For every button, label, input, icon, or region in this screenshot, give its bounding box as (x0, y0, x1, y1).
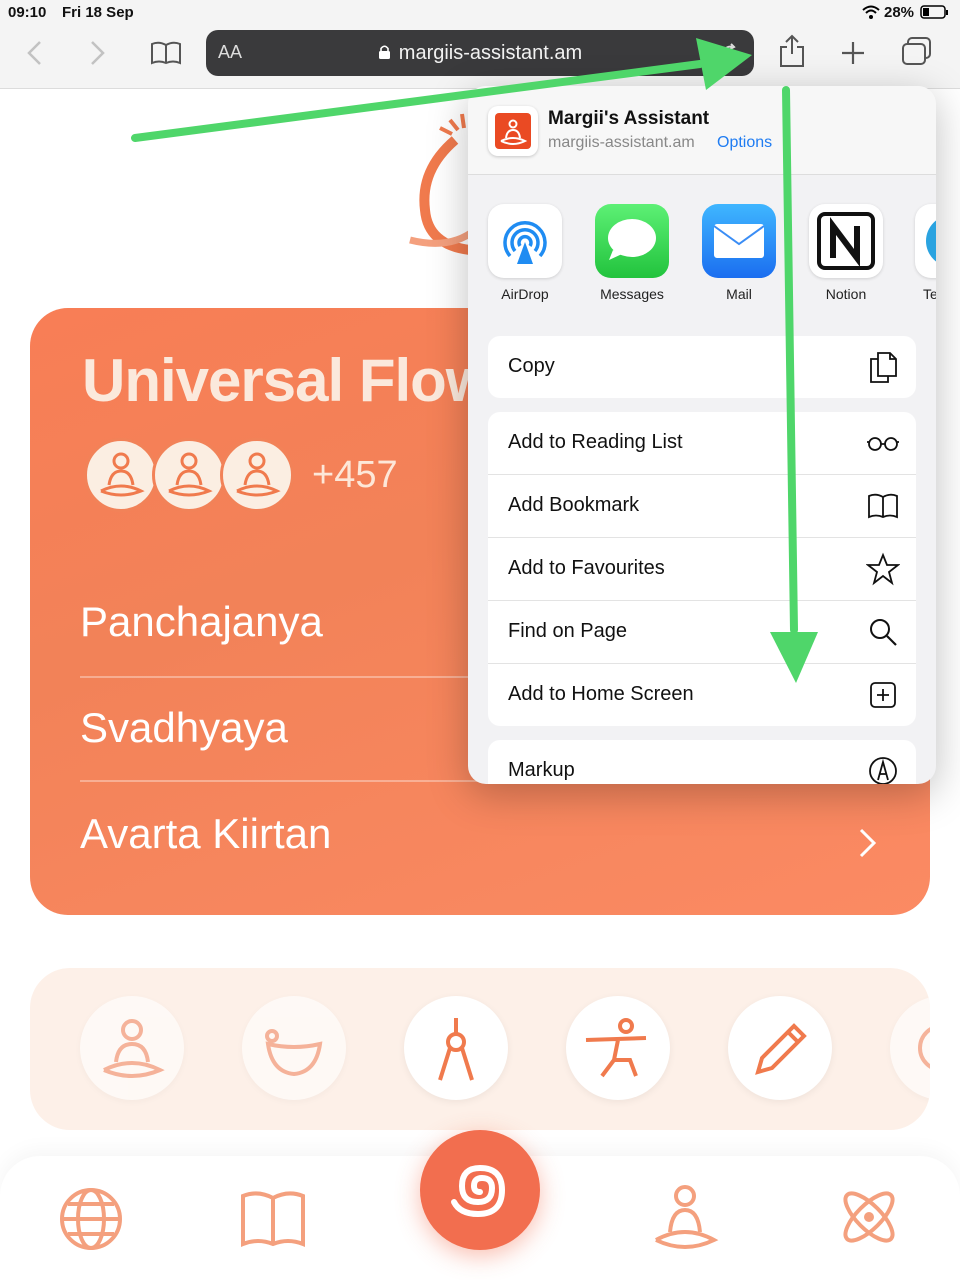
action-label: Add to Home Screen (508, 683, 694, 705)
share-target-mail[interactable]: Mail (701, 204, 777, 302)
avatar (220, 438, 294, 512)
action-label: Add Bookmark (508, 494, 640, 516)
tools-strip (30, 968, 930, 1130)
options-link[interactable]: Options (717, 134, 772, 152)
battery-icon (920, 5, 948, 19)
meditation-icon (103, 1019, 165, 1078)
notion-icon (809, 204, 883, 278)
status-bar: 09:10 Fri 18 Sep 28% (0, 0, 960, 26)
tabs-icon[interactable] (900, 36, 934, 68)
action-add-bookmark[interactable]: Add Bookmark (488, 475, 916, 538)
mail-icon (702, 204, 776, 278)
share-target-messages[interactable]: Messages (594, 204, 670, 302)
tool-meditation-button[interactable] (80, 996, 184, 1100)
address-bar[interactable]: AA margiis-assistant.am (206, 30, 754, 76)
action-label: Add to Reading List (508, 431, 683, 453)
action-label: Copy (508, 355, 555, 377)
yoga-pose-icon (585, 1018, 647, 1078)
action-group-markup: Markup (488, 740, 916, 784)
menu-item-label: Avarta Kiirtan (80, 810, 332, 857)
avatar (152, 438, 226, 512)
menu-item-avarta-kiirtan[interactable]: Avarta Kiirtan (80, 782, 900, 886)
tool-pencil-button[interactable] (728, 996, 832, 1100)
meditation-icon (168, 452, 213, 497)
share-target-telegram[interactable]: Te (915, 204, 936, 302)
action-group-browser: Add to Reading List Add Bookmark Add to … (488, 412, 916, 726)
copy-icon (870, 352, 897, 383)
airdrop-icon (488, 204, 562, 278)
action-copy[interactable]: Copy (488, 336, 916, 398)
avatar (84, 438, 158, 512)
bookmarks-icon[interactable] (150, 40, 182, 66)
bowl-icon (265, 1029, 323, 1077)
share-target-label: Messages (600, 286, 664, 302)
meditation-icon (236, 452, 281, 497)
participants-count: +457 (312, 454, 398, 496)
action-add-to-reading-list[interactable]: Add to Reading List (488, 412, 916, 475)
browser-toolbar: AA margiis-assistant.am (0, 26, 960, 89)
action-add-to-favourites[interactable]: Add to Favourites (488, 538, 916, 601)
menu-item-label: Panchajanya (80, 598, 323, 645)
share-app-name: Margii's Assistant (548, 108, 710, 129)
meditation-icon (100, 452, 145, 497)
card-title: Universal Flow (82, 347, 492, 414)
chevron-right-icon[interactable] (856, 826, 880, 860)
wifi-icon (862, 5, 880, 19)
compass-icon (438, 1018, 474, 1081)
back-icon[interactable] (24, 40, 46, 66)
share-target-airdrop[interactable]: AirDrop (487, 204, 563, 302)
atom-icon[interactable] (834, 1182, 904, 1252)
menu-item-label: Svadhyaya (80, 704, 288, 751)
share-target-label: Te (923, 286, 936, 302)
markup-icon (869, 757, 897, 784)
search-icon (870, 619, 897, 646)
pencil-icon (755, 1023, 807, 1075)
action-add-to-home-screen[interactable]: Add to Home Screen (488, 664, 916, 726)
share-target-notion[interactable]: Notion (808, 204, 884, 302)
app-logo-icon (495, 113, 531, 149)
status-time: 09:10 (8, 4, 47, 21)
new-tab-icon[interactable] (840, 40, 866, 66)
action-label: Add to Favourites (508, 557, 665, 579)
share-app-url: margiis-assistant.am (548, 134, 695, 151)
battery-percent: 28% (884, 4, 915, 21)
url-label: margiis-assistant.am (398, 42, 583, 64)
spiral-icon (451, 1164, 506, 1218)
share-target-label: AirDrop (501, 286, 549, 302)
glasses-icon (867, 437, 899, 451)
share-sheet: Margii's Assistant margiis-assistant.am … (468, 86, 936, 784)
circle-icon (918, 1027, 930, 1069)
share-target-label: Notion (825, 286, 867, 302)
lock-icon (378, 45, 390, 59)
globe-icon[interactable] (58, 1186, 124, 1252)
reload-icon[interactable] (720, 43, 740, 63)
book-icon (868, 493, 898, 519)
messages-icon (595, 204, 669, 278)
app-icon (488, 106, 538, 156)
meditation-icon[interactable] (650, 1182, 720, 1254)
status-date: Fri 18 Sep (62, 4, 134, 21)
url-text: margiis-assistant.am (206, 42, 754, 65)
book-icon[interactable] (240, 1190, 306, 1248)
action-find-on-page[interactable]: Find on Page (488, 601, 916, 664)
tool-bowl-button[interactable] (242, 996, 346, 1100)
share-target-label: Mail (726, 286, 752, 302)
center-action-button[interactable] (420, 1130, 540, 1250)
action-markup[interactable]: Markup (488, 740, 916, 784)
tool-more-button[interactable] (890, 996, 930, 1100)
telegram-icon (915, 204, 936, 278)
forward-icon[interactable] (86, 40, 108, 66)
share-icon[interactable] (778, 34, 806, 68)
action-label: Find on Page (508, 620, 627, 642)
action-label: Markup (508, 759, 575, 781)
star-icon (866, 552, 900, 586)
tool-yoga-button[interactable] (566, 996, 670, 1100)
plus-square-icon (870, 682, 896, 708)
share-sheet-header: Margii's Assistant margiis-assistant.am … (468, 86, 936, 175)
tool-compass-button[interactable] (404, 996, 508, 1100)
site-logo (409, 113, 478, 255)
action-group-copy: Copy (488, 336, 916, 398)
